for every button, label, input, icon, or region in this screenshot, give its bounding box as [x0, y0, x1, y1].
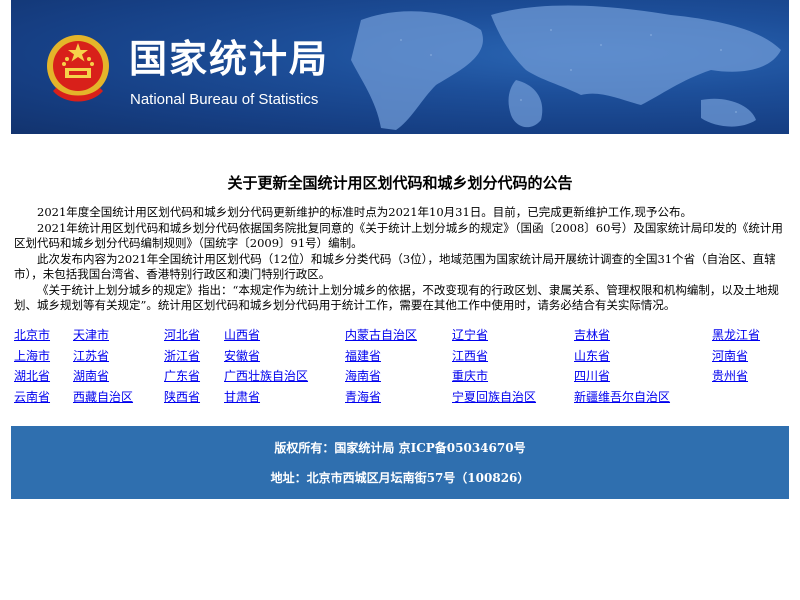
province-link[interactable]: 青海省 — [345, 387, 381, 408]
province-link[interactable]: 内蒙古自治区 — [345, 325, 417, 346]
world-map-graphic — [351, 5, 781, 130]
province-link[interactable]: 北京市 — [14, 325, 50, 346]
province-link[interactable]: 吉林省 — [574, 325, 610, 346]
province-link[interactable]: 宁夏回族自治区 — [452, 387, 536, 408]
national-emblem-icon — [47, 35, 109, 102]
province-link[interactable]: 河北省 — [164, 325, 200, 346]
province-link[interactable]: 重庆市 — [452, 366, 488, 387]
logo-chinese-name: 国家统计局 — [129, 37, 330, 81]
province-link[interactable]: 山东省 — [574, 346, 610, 367]
paragraph: 2021年统计用区划代码和城乡划分代码依据国务院批复同意的《关于统计上划分城乡的… — [14, 220, 783, 251]
article-title: 关于更新全国统计用区划代码和城乡划分代码的公告 — [227, 174, 573, 192]
province-link[interactable]: 云南省 — [14, 387, 50, 408]
logo-english-name: National Bureau of Statistics — [130, 91, 319, 108]
province-link[interactable]: 上海市 — [14, 346, 50, 367]
province-link[interactable]: 广西壮族自治区 — [224, 366, 308, 387]
footer-copyright: 版权所有：国家统计局 京ICP备05034670号 — [274, 441, 526, 455]
province-link[interactable]: 天津市 — [73, 325, 109, 346]
province-link[interactable]: 江西省 — [452, 346, 488, 367]
paragraph: 《关于统计上划分城乡的规定》指出：“本规定作为统计上划分城乡的依据，不改变现有的… — [14, 282, 779, 313]
province-link[interactable]: 河南省 — [712, 346, 748, 367]
province-link[interactable]: 广东省 — [164, 366, 200, 387]
province-link[interactable]: 贵州省 — [712, 366, 748, 387]
province-link[interactable]: 安徽省 — [224, 346, 260, 367]
province-link[interactable]: 山西省 — [224, 325, 260, 346]
province-link[interactable]: 江苏省 — [73, 346, 109, 367]
site-header: 国家统计局 National Bureau of Statistics — [11, 0, 789, 134]
province-link[interactable]: 湖北省 — [14, 366, 50, 387]
article-body: 2021年度全国统计用区划代码和城乡划分代码更新维护的标准时点为2021年10月… — [14, 205, 786, 314]
paragraph: 此次发布内容为2021年全国统计用区划代码（12位）和城乡分类代码（3位），地域… — [14, 251, 776, 282]
province-link-table: 北京市 天津市 河北省 山西省 内蒙古自治区 辽宁省 吉林省 黑龙江省 上海市 … — [14, 325, 786, 407]
province-link[interactable]: 福建省 — [345, 346, 381, 367]
province-row: 北京市 天津市 河北省 山西省 内蒙古自治区 辽宁省 吉林省 黑龙江省 — [14, 325, 786, 346]
province-row: 上海市 江苏省 浙江省 安徽省 福建省 江西省 山东省 河南省 — [14, 346, 786, 367]
province-link[interactable]: 西藏自治区 — [73, 387, 133, 408]
paragraph: 2021年度全国统计用区划代码和城乡划分代码更新维护的标准时点为2021年10月… — [37, 205, 692, 219]
province-link[interactable]: 海南省 — [345, 366, 381, 387]
province-link[interactable]: 四川省 — [574, 366, 610, 387]
province-link[interactable]: 浙江省 — [164, 346, 200, 367]
footer-address: 地址：北京市西城区月坛南街57号（100826） — [270, 471, 530, 485]
province-link[interactable]: 陕西省 — [164, 387, 200, 408]
province-row: 云南省 西藏自治区 陕西省 甘肃省 青海省 宁夏回族自治区 新疆维吾尔自治区 — [14, 387, 786, 408]
province-row: 湖北省 湖南省 广东省 广西壮族自治区 海南省 重庆市 四川省 贵州省 — [14, 366, 786, 387]
province-link[interactable]: 新疆维吾尔自治区 — [574, 387, 670, 408]
province-link[interactable]: 湖南省 — [73, 366, 109, 387]
province-link[interactable]: 甘肃省 — [224, 387, 260, 408]
site-footer: 版权所有：国家统计局 京ICP备05034670号 地址：北京市西城区月坛南街5… — [11, 426, 789, 499]
province-link[interactable]: 辽宁省 — [452, 325, 488, 346]
province-link[interactable]: 黑龙江省 — [712, 325, 760, 346]
